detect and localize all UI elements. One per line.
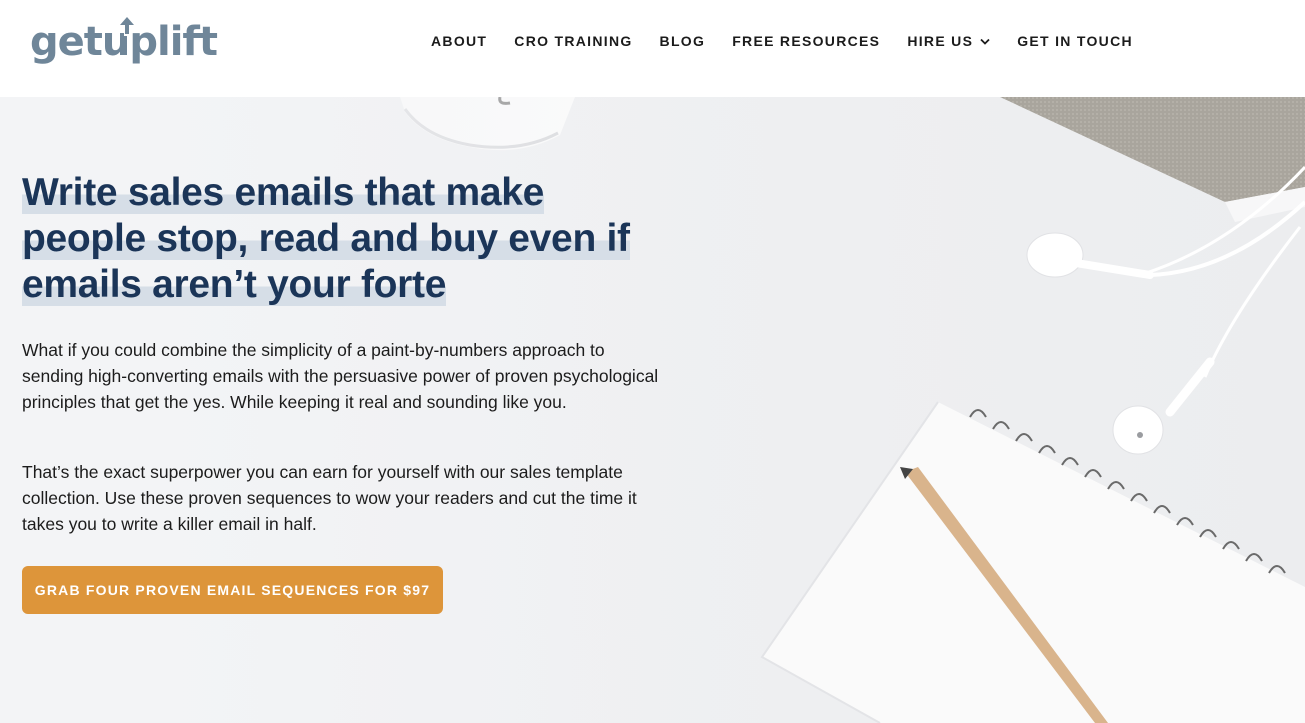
headline-line: emails aren’t your forte [22,263,447,306]
nav-item-cro-training[interactable]: CRO TRAINING [514,33,632,49]
cta-label: GRAB FOUR PROVEN EMAIL SEQUENCES FOR $97 [34,582,431,598]
nav-item-blog[interactable]: BLOG [660,33,706,49]
nav-item-free-resources[interactable]: FREE RESOURCES [732,33,880,49]
hero-section: Write sales emails that make people stop… [0,97,1305,723]
headline-line: Write sales emails that make [22,171,544,214]
nav-label: GET IN TOUCH [1017,33,1133,49]
uplift-arrow-icon [118,16,136,36]
hero-paragraph-1: What if you could combine the simplicity… [22,340,659,412]
main-nav: ABOUT CRO TRAINING BLOG FREE RESOURCES H… [431,33,1133,49]
logo[interactable]: getuplift [30,14,218,70]
nav-label: FREE RESOURCES [732,33,881,49]
nav-label: CRO TRAINING [514,33,633,49]
nav-item-get-in-touch[interactable]: GET IN TOUCH [1017,33,1133,49]
site-header: getuplift ABOUT CRO TRAINING BLOG FREE R… [0,0,1305,97]
hero-paragraph-2: That’s the exact superpower you can earn… [22,462,637,534]
chevron-down-icon [980,38,990,45]
headline-line: people stop, read and buy even if [22,217,630,260]
nav-label: HIRE US [907,33,974,49]
nav-item-about[interactable]: ABOUT [431,33,487,49]
nav-label: ABOUT [431,33,488,49]
nav-label: BLOG [659,33,706,49]
hero-headline: Write sales emails that make people stop… [22,170,662,308]
grab-email-sequences-button[interactable]: GRAB FOUR PROVEN EMAIL SEQUENCES FOR $97 [22,566,443,614]
nav-item-hire-us[interactable]: HIRE US [907,33,990,49]
